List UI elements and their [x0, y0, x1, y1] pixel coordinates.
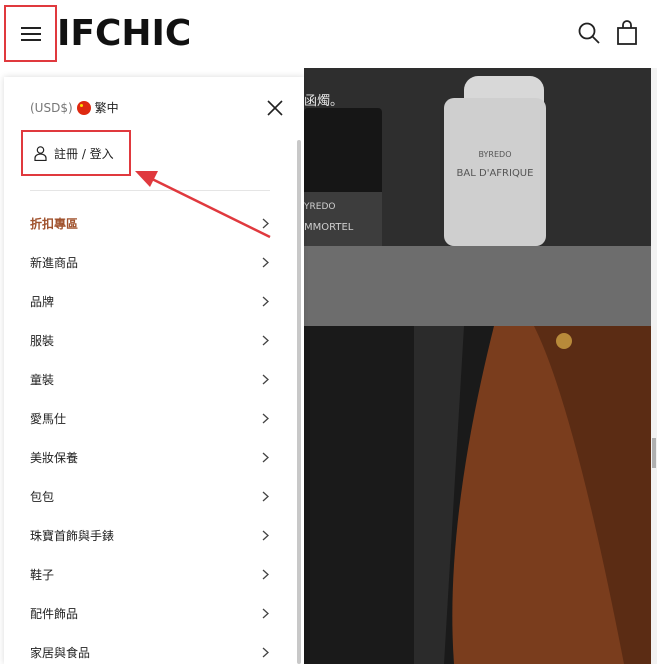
menu-item-label: 鞋子	[30, 568, 55, 582]
login-label: 註冊 / 登入	[54, 146, 114, 161]
currency-language-selector[interactable]: (USD$) 繁中	[30, 99, 119, 116]
scrollbar-thumb[interactable]	[652, 438, 656, 468]
chevron-right-icon	[262, 530, 269, 541]
perfume-bottle-image: YREDO MMORTEL	[304, 108, 382, 246]
bottle-label-brand: YREDO	[304, 202, 336, 212]
product-photo	[304, 326, 651, 664]
chevron-right-icon	[262, 335, 269, 346]
menu-item[interactable]: 鞋子	[4, 555, 300, 594]
chevron-right-icon	[262, 374, 269, 385]
menu-item-label: 品牌	[30, 295, 55, 309]
chevron-right-icon	[262, 491, 269, 502]
annotation-arrow-icon	[135, 171, 271, 239]
language-label: 繁中	[94, 101, 119, 115]
perfume-bottle-image: BYREDO BAL D'AFRIQUE	[444, 98, 546, 246]
menu-item[interactable]: 家居與食品	[4, 633, 300, 664]
hero-text: 函燭。	[304, 94, 344, 109]
menu-item[interactable]: 愛馬仕	[4, 399, 300, 438]
menu-item[interactable]: 服裝	[4, 321, 300, 360]
login-register-button[interactable]: 註冊 / 登入	[21, 130, 131, 176]
chevron-right-icon	[262, 608, 269, 619]
china-flag-icon	[76, 100, 91, 115]
drawer-scrollbar[interactable]	[297, 140, 301, 664]
menu-item[interactable]: 配件飾品	[4, 594, 300, 633]
menu-item-label: 折扣專區	[30, 217, 79, 231]
site-header: IFCHIC	[0, 0, 657, 68]
site-logo[interactable]: IFCHIC	[57, 10, 191, 58]
hero-banner: YREDO MMORTEL 函燭。 BYREDO BAL D'AFRIQUE	[304, 68, 651, 246]
close-icon[interactable]	[266, 99, 284, 117]
menu-item-label: 愛馬仕	[30, 412, 67, 426]
menu-item[interactable]: 包包	[4, 477, 300, 516]
search-icon[interactable]	[576, 20, 602, 46]
category-menu: 折扣專區新進商品品牌服裝童裝愛馬仕美妝保養包包珠寶首飾與手錶 鞋子配件飾品家居與食…	[4, 204, 300, 664]
handbag-image	[414, 326, 651, 664]
menu-item[interactable]: 珠寶首飾與手錶	[4, 516, 300, 555]
section-divider	[304, 246, 651, 326]
hamburger-icon	[20, 26, 41, 41]
menu-item-label: 新進商品	[30, 256, 79, 270]
bottle-label-name: BAL D'AFRIQUE	[456, 168, 534, 179]
menu-item-label: 包包	[30, 490, 55, 504]
menu-item[interactable]: 品牌	[4, 282, 300, 321]
menu-item-label: 服裝	[30, 334, 55, 348]
menu-item[interactable]: 童裝	[4, 360, 300, 399]
menu-item-label: 珠寶首飾與手錶	[30, 529, 115, 543]
bottle-label-brand: BYREDO	[478, 150, 512, 159]
currency-label: (USD$)	[30, 100, 73, 115]
menu-item-label: 美妝保養	[30, 451, 79, 465]
chevron-right-icon	[262, 452, 269, 463]
menu-item-label: 家居與食品	[30, 646, 91, 660]
menu-item-label: 配件飾品	[30, 607, 79, 621]
shopping-bag-icon[interactable]	[614, 20, 640, 46]
menu-item[interactable]: 新進商品	[4, 243, 300, 282]
page-scrollbar[interactable]	[651, 68, 657, 664]
chevron-right-icon	[262, 413, 269, 424]
menu-item[interactable]: 美妝保養	[4, 438, 300, 477]
chevron-right-icon	[262, 296, 269, 307]
menu-button[interactable]	[4, 5, 57, 62]
bottle-label-name: MMORTEL	[304, 222, 354, 233]
chevron-right-icon	[262, 569, 269, 580]
chevron-right-icon	[262, 647, 269, 658]
user-icon	[34, 145, 47, 161]
menu-item-label: 童裝	[30, 373, 55, 387]
chevron-right-icon	[262, 257, 269, 268]
